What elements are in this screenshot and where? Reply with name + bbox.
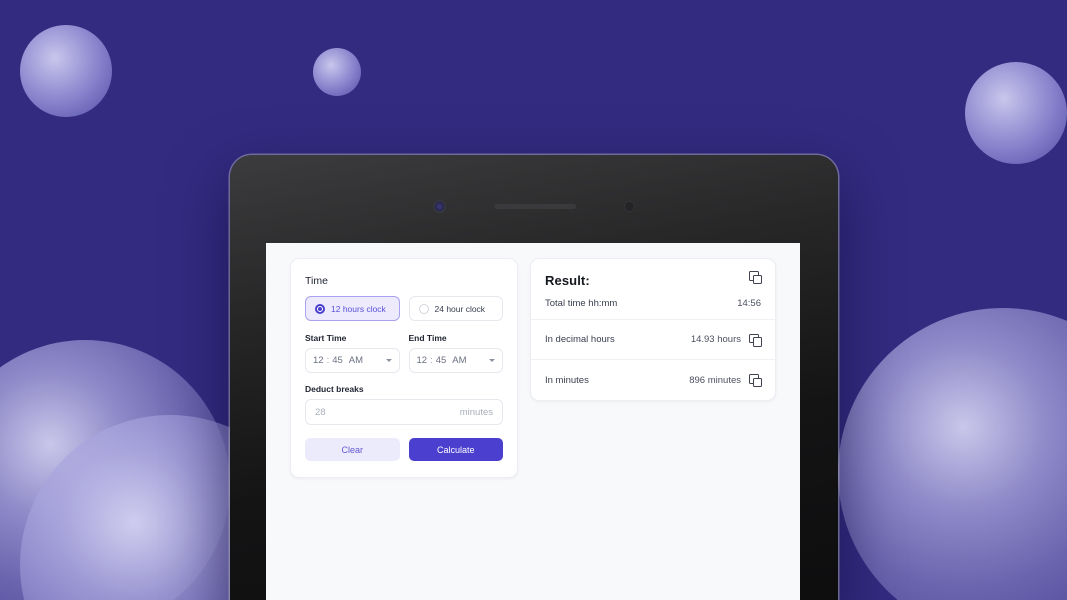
result-row-decimal-hours: In decimal hours 14.93 hours	[531, 320, 775, 360]
chevron-down-icon[interactable]	[489, 359, 495, 362]
bottom-left-sphere-back	[0, 340, 230, 600]
result-label-minutes: In minutes	[545, 374, 589, 386]
radio-dot-icon	[418, 303, 429, 314]
clock-option-12-hour[interactable]: 12 hours clock	[305, 296, 400, 321]
chevron-down-icon[interactable]	[385, 359, 392, 362]
end-time-input[interactable]: 12 : 45 AM	[408, 348, 503, 373]
clock-format-group: 12 hours clock 24 hour clock	[305, 296, 503, 321]
time-calculator-app: Time 12 hours clock 24 hour clock Start …	[290, 258, 776, 478]
end-time-meridiem[interactable]: AM	[452, 355, 466, 366]
start-time-group: Start Time 12 : 45 AM	[305, 333, 400, 373]
start-time-minutes[interactable]: 45	[332, 355, 343, 366]
time-form-card: Time 12 hours clock 24 hour clock Start …	[290, 258, 518, 478]
form-actions: Clear Calculate	[305, 438, 503, 461]
bottom-right-sphere	[838, 308, 1067, 600]
end-time-group: End Time 12 : 45 AM	[408, 333, 503, 373]
copy-icon[interactable]	[749, 374, 762, 387]
end-time-hours[interactable]: 12	[417, 355, 428, 366]
tablet-screen: Time 12 hours clock 24 hour clock Start …	[266, 243, 800, 600]
result-header: Result:	[531, 259, 775, 288]
clock-option-24-hour[interactable]: 24 hour clock	[408, 296, 503, 321]
start-time-input[interactable]: 12 : 45 AM	[305, 348, 400, 373]
deduct-breaks-input[interactable]: 28 minutes	[305, 399, 503, 425]
top-left-sphere	[20, 25, 112, 117]
result-value-decimal-hours: 14.93 hours	[690, 334, 741, 345]
deduct-breaks-value[interactable]: 28	[315, 407, 326, 418]
end-time-separator: :	[430, 355, 433, 366]
copy-icon[interactable]	[749, 333, 762, 347]
copy-icon[interactable]	[749, 271, 762, 284]
result-card: Result: Total time hh:mm 14:56 In decima…	[530, 258, 776, 401]
result-title: Result:	[545, 273, 590, 288]
result-value-total-time: 14:56	[737, 298, 761, 309]
result-row-total-time: Total time hh:mm 14:56	[531, 288, 775, 320]
deduct-breaks-group: Deduct breaks 28 minutes	[305, 384, 503, 425]
calculate-button[interactable]: Calculate	[408, 438, 503, 461]
start-time-hours[interactable]: 12	[313, 355, 324, 366]
tablet-device: Time 12 hours clock 24 hour clock Start …	[230, 155, 838, 600]
start-time-label: Start Time	[305, 333, 347, 343]
result-value-minutes: 896 minutes	[689, 374, 741, 386]
top-middle-sphere	[313, 48, 361, 96]
result-label-decimal-hours: In decimal hours	[545, 334, 615, 345]
result-label-total-time: Total time hh:mm	[545, 298, 618, 309]
sensor-icon	[624, 200, 635, 212]
result-row-minutes: In minutes 896 minutes	[531, 360, 775, 400]
clock-option-24-hour-label: 24 hour clock	[434, 303, 486, 314]
top-right-sphere	[965, 62, 1067, 164]
page-root: Time 12 hours clock 24 hour clock Start …	[0, 0, 1067, 600]
clock-option-12-hour-label: 12 hours clock	[331, 303, 386, 314]
speaker-grille-icon	[494, 203, 576, 209]
start-time-meridiem[interactable]: AM	[349, 355, 363, 366]
time-section-title: Time	[305, 275, 328, 287]
end-time-label: End Time	[408, 333, 447, 343]
clear-button[interactable]: Clear	[305, 438, 400, 461]
camera-icon	[433, 199, 446, 213]
deduct-breaks-label: Deduct breaks	[305, 384, 364, 394]
end-time-minutes[interactable]: 45	[436, 355, 447, 366]
start-time-separator: :	[326, 355, 330, 366]
tablet-bezel	[230, 197, 838, 215]
deduct-breaks-unit: minutes	[459, 406, 493, 418]
time-inputs-row: Start Time 12 : 45 AM End Time 12: 45 A…	[305, 333, 503, 373]
radio-dot-icon	[315, 303, 325, 314]
